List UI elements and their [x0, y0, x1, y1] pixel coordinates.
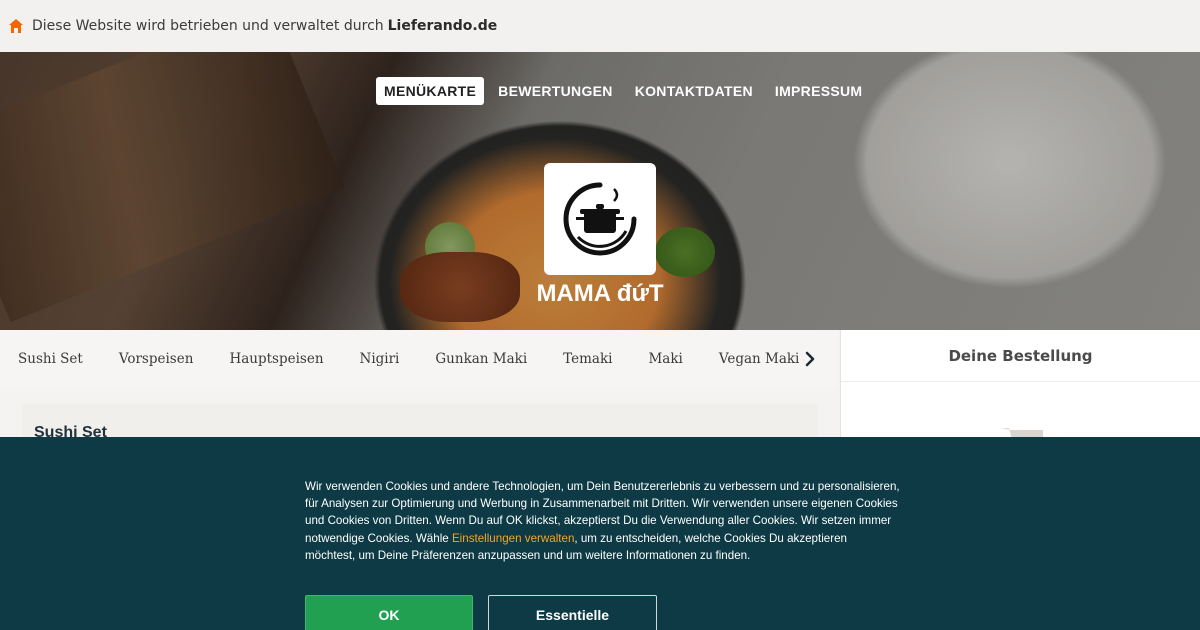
category-bar: Sushi Set Vorspeisen Hauptspeisen Nigiri… — [0, 330, 838, 388]
nav-kontaktdaten[interactable]: KONTAKTDATEN — [627, 77, 761, 105]
cooking-pot-icon — [563, 182, 637, 256]
main-nav: MENÜKARTE BEWERTUNGEN KONTAKTDATEN IMPRE… — [376, 77, 876, 105]
cookie-settings-link[interactable]: Einstellungen verwalten — [452, 532, 574, 545]
category-sushi-set[interactable]: Sushi Set — [18, 351, 83, 367]
cookie-message: Wir verwenden Cookies und andere Technol… — [305, 478, 900, 564]
category-vegan-maki[interactable]: Vegan Maki — [719, 351, 800, 367]
nav-menukarte[interactable]: MENÜKARTE — [376, 77, 485, 105]
category-maki[interactable]: Maki — [648, 351, 682, 367]
category-gunkan-maki[interactable]: Gunkan Maki — [435, 351, 527, 367]
category-hauptspeisen[interactable]: Hauptspeisen — [229, 351, 323, 367]
operator-text: Diese Website wird betrieben und verwalt… — [32, 18, 384, 34]
category-temaki[interactable]: Temaki — [563, 351, 612, 367]
house-icon — [8, 18, 24, 34]
cookie-banner: Wir verwenden Cookies und andere Technol… — [0, 437, 1200, 630]
operator-info-bar: Diese Website wird betrieben und verwalt… — [0, 0, 1200, 52]
chevron-right-icon[interactable] — [803, 350, 817, 368]
cookie-ok-button[interactable]: OK — [305, 595, 473, 630]
restaurant-logo — [544, 163, 656, 275]
cookie-essential-button[interactable]: Essentielle — [488, 595, 657, 630]
restaurant-name: MAMA đứT — [536, 280, 664, 307]
nav-bewertungen[interactable]: BEWERTUNGEN — [490, 77, 621, 105]
basket-title: Deine Bestellung — [841, 330, 1200, 382]
hero-banner: MENÜKARTE BEWERTUNGEN KONTAKTDATEN IMPRE… — [0, 52, 1200, 330]
category-vorspeisen[interactable]: Vorspeisen — [119, 351, 194, 367]
operator-brand-link[interactable]: Lieferando.de — [388, 18, 498, 34]
nav-impressum[interactable]: IMPRESSUM — [767, 77, 871, 105]
category-nigiri[interactable]: Nigiri — [360, 351, 400, 367]
